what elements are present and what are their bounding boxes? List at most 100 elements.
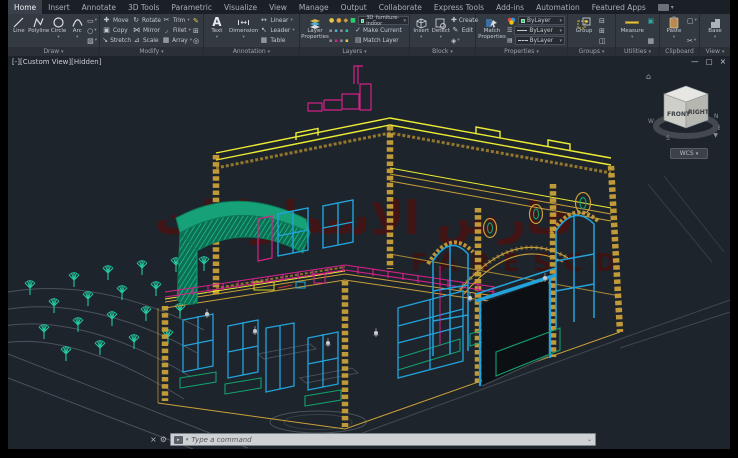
panel-label-view[interactable]: View ▾ bbox=[700, 47, 730, 56]
make-current-button[interactable]: ▪▪▪▪ ✓ Make Current bbox=[329, 26, 409, 35]
close-icon[interactable]: × bbox=[720, 57, 726, 66]
tab-annotate[interactable]: Annotate bbox=[76, 0, 122, 14]
line-button[interactable]: Line bbox=[10, 15, 28, 46]
text-button[interactable]: A Text ▾ bbox=[206, 15, 228, 46]
match-properties-button[interactable]: Match Properties bbox=[478, 15, 506, 46]
tab-visualize[interactable]: Visualize bbox=[218, 0, 263, 14]
wcs-dropdown[interactable]: WCS▾ bbox=[670, 148, 708, 159]
layer-color-swatch[interactable]: ■ bbox=[350, 17, 356, 24]
ribbon-options-button[interactable]: ▾ bbox=[652, 0, 680, 14]
tab-add-ins[interactable]: Add-ins bbox=[490, 0, 530, 14]
array-button[interactable]: ▦Array▾ bbox=[162, 36, 192, 45]
quick-select-button[interactable]: ▣ bbox=[648, 16, 658, 25]
polyline-button[interactable]: Polyline bbox=[29, 15, 49, 46]
hatch-tool-button[interactable]: ▨▾ bbox=[87, 36, 97, 45]
scale-button[interactable]: ⊿Scale bbox=[132, 36, 161, 45]
edit-block-button[interactable]: ✎Edit bbox=[451, 26, 473, 35]
leader-button[interactable]: ↖Leader▾ bbox=[259, 26, 297, 35]
trim-button[interactable]: ✂Trim▾ bbox=[162, 16, 192, 25]
restore-icon[interactable]: ▢ bbox=[706, 57, 713, 66]
panel-label-groups[interactable]: Groups ▾ bbox=[568, 47, 615, 56]
tab-manage[interactable]: Manage bbox=[293, 0, 335, 14]
panel-label-layers[interactable]: Layers ▾ bbox=[300, 47, 409, 56]
layer-properties-button[interactable]: Layer Properties bbox=[302, 15, 328, 46]
rotate-button[interactable]: ↻Rotate bbox=[132, 16, 161, 25]
recent-commands-icon[interactable]: ▾ bbox=[186, 437, 189, 443]
explode-button[interactable]: ⊞ bbox=[193, 26, 201, 35]
group-selection-button[interactable]: ◫ bbox=[599, 36, 611, 45]
tab-automation[interactable]: Automation bbox=[530, 0, 586, 14]
linetype-dropdown[interactable]: ByLayer▾ bbox=[515, 36, 565, 45]
measure-button[interactable]: Measure ▾ bbox=[618, 15, 647, 46]
drawing-canvas[interactable]: [-][Custom View][Hidden] — ▢ × bbox=[8, 56, 730, 449]
detect-button[interactable]: Detect ▾ bbox=[432, 15, 451, 46]
command-close-icon[interactable]: × bbox=[150, 435, 157, 444]
compass-w[interactable]: W bbox=[648, 118, 654, 125]
command-input[interactable] bbox=[191, 436, 584, 444]
offset-button[interactable]: ◎ bbox=[193, 36, 201, 45]
tab-collaborate[interactable]: Collaborate bbox=[373, 0, 428, 14]
tab-featured-apps[interactable]: Featured Apps bbox=[586, 0, 652, 14]
compass-s[interactable]: S bbox=[666, 135, 670, 142]
create-block-button[interactable]: ✚Create bbox=[451, 16, 473, 25]
command-field[interactable]: ▸ ▾ ⌄ bbox=[170, 433, 596, 446]
viewport-menu-button[interactable]: [-] bbox=[12, 58, 20, 66]
block-attributes-icon: ◈ bbox=[451, 37, 456, 45]
tab-insert[interactable]: Insert bbox=[42, 0, 76, 14]
table-button[interactable]: ▦Table bbox=[259, 36, 297, 45]
rectangle-tool-button[interactable]: ▭▾ bbox=[87, 16, 97, 25]
match-layer-button[interactable]: ▪▪▪▪ ▤ Match Layer bbox=[329, 36, 409, 45]
viewcube-menu-icon[interactable]: ▼ bbox=[713, 132, 718, 139]
dimension-button[interactable]: ↔ Dimension ▾ bbox=[229, 15, 259, 46]
model-3d-building-wireframe[interactable]: فارس الاسطوانات FARESCD bbox=[8, 56, 730, 449]
stretch-button[interactable]: ↘Stretch bbox=[102, 36, 131, 45]
layer-dropdown[interactable]: 3D_furniture-indoor ▾ bbox=[358, 16, 409, 25]
base-button[interactable]: Base ▾ bbox=[702, 15, 728, 46]
copy-clip-button[interactable]: ▢▾ bbox=[687, 16, 697, 25]
mirror-button[interactable]: ⋈Mirror bbox=[132, 26, 161, 35]
panel-label-annotation[interactable]: Annotation ▾ bbox=[204, 47, 299, 56]
compass-e[interactable]: E bbox=[718, 125, 720, 132]
quick-calc-button[interactable]: ▦ bbox=[648, 36, 658, 45]
panel-label-properties[interactable]: Properties ▾ bbox=[476, 47, 567, 56]
tab-output[interactable]: Output bbox=[335, 0, 373, 14]
cut-clip-button[interactable]: ✂▾ bbox=[687, 36, 697, 45]
tab-home[interactable]: Home bbox=[8, 0, 42, 14]
panel-label-clipboard[interactable]: Clipboard bbox=[660, 47, 699, 56]
lineweight-dropdown[interactable]: ByLayer▾ bbox=[514, 26, 565, 35]
ellipse-tool-button[interactable]: ○▾ bbox=[87, 26, 97, 35]
circle-button[interactable]: Circle ▾ bbox=[50, 15, 68, 46]
command-expand-icon[interactable]: ⌄ bbox=[587, 436, 592, 443]
layer-lock-icon[interactable]: ◆ bbox=[344, 17, 349, 24]
tab-express-tools[interactable]: Express Tools bbox=[428, 0, 490, 14]
minimize-icon[interactable]: — bbox=[691, 57, 699, 66]
fillet-button[interactable]: ◞Fillet▾ bbox=[162, 26, 192, 35]
arc-button[interactable]: Arc ▾ bbox=[68, 15, 86, 46]
viewport-view-button[interactable]: [Custom View] bbox=[20, 58, 71, 66]
move-button[interactable]: ✚Move bbox=[102, 16, 131, 25]
panel-label-utilities[interactable]: Utilities ▾ bbox=[616, 47, 659, 56]
erase-button[interactable]: ✎ bbox=[193, 16, 201, 25]
ungroup-button[interactable]: ⊟ bbox=[599, 16, 611, 25]
command-customize-icon[interactable]: ⚙ bbox=[160, 435, 167, 444]
group-edit-button[interactable]: ⊞ bbox=[599, 26, 611, 35]
move-icon: ✚ bbox=[102, 16, 111, 25]
panel-label-draw[interactable]: Draw ▾ bbox=[8, 47, 99, 56]
copy-button[interactable]: ▣Copy bbox=[102, 26, 131, 35]
panel-label-modify[interactable]: Modify ▾ bbox=[100, 47, 203, 56]
tab-view[interactable]: View bbox=[263, 0, 293, 14]
tab-parametric[interactable]: Parametric bbox=[165, 0, 218, 14]
viewcube[interactable]: ⌂ N E S W FRONT RIGHT ▼ WCS▾ bbox=[636, 68, 720, 164]
viewport-style-button[interactable]: [Hidden] bbox=[71, 58, 101, 66]
group-button[interactable]: Group bbox=[570, 15, 598, 46]
compass-n[interactable]: N bbox=[714, 113, 719, 120]
insert-block-button[interactable]: Insert ▾ bbox=[412, 15, 431, 46]
tab-3d-tools[interactable]: 3D Tools bbox=[122, 0, 165, 14]
linear-dimension-button[interactable]: ↔Linear▾ bbox=[259, 16, 297, 25]
block-attributes-button[interactable]: ◈▾ bbox=[451, 36, 473, 45]
paste-button[interactable]: Paste ▾ bbox=[662, 15, 686, 46]
layer-on-icon[interactable]: ● bbox=[329, 17, 334, 24]
panel-label-block[interactable]: Block ▾ bbox=[410, 47, 475, 56]
layer-freeze-icon[interactable]: ● bbox=[336, 17, 341, 24]
object-color-dropdown[interactable]: ByLayer▾ bbox=[518, 16, 565, 25]
